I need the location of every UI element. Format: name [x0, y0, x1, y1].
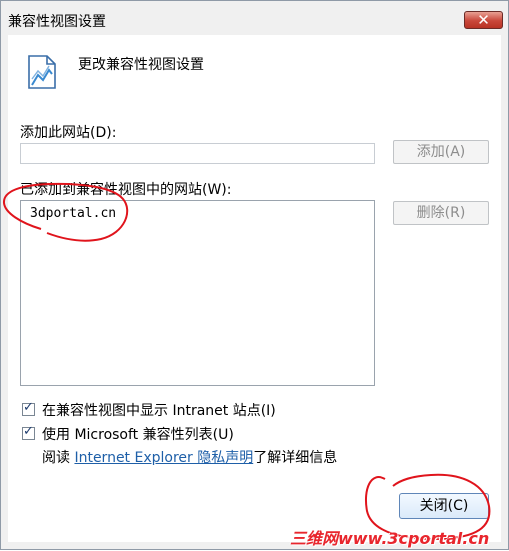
sites-list-label: 已添加到兼容性视图中的网站(W):	[20, 182, 232, 198]
ms-list-checkbox[interactable]: ✓	[22, 424, 35, 440]
intranet-checkbox-label: 在兼容性视图中显示 Intranet 站点(I)	[42, 403, 276, 419]
window-title: 兼容性视图设置	[8, 14, 106, 30]
privacy-link[interactable]: Internet Explorer 隐私声明	[74, 450, 253, 466]
add-site-input[interactable]	[20, 143, 375, 164]
ms-list-checkbox-label: 使用 Microsoft 兼容性列表(U)	[42, 427, 234, 443]
add-site-label: 添加此网站(D):	[20, 125, 117, 141]
page-title: 更改兼容性视图设置	[78, 57, 204, 73]
list-item[interactable]: 3dportal.cn	[30, 206, 116, 221]
check-icon: ✓	[23, 400, 34, 415]
title-bar[interactable]: 兼容性视图设置 ✕	[1, 1, 508, 35]
dialog-window: 兼容性视图设置 ✕ 更改兼容性视图设置 添加此网站(D): 添加(A) 已添加到…	[0, 0, 509, 550]
window-close-button[interactable]: ✕	[464, 11, 503, 29]
dialog-content: 更改兼容性视图设置 添加此网站(D): 添加(A) 已添加到兼容性视图中的网站(…	[8, 35, 501, 542]
check-icon: ✓	[23, 424, 34, 439]
compat-view-icon	[28, 55, 56, 89]
privacy-suffix: 了解详细信息	[253, 450, 338, 466]
close-icon: ✕	[477, 11, 490, 29]
remove-button[interactable]: 删除(R)	[393, 201, 489, 225]
add-button[interactable]: 添加(A)	[393, 140, 489, 164]
sites-listbox[interactable]: 3dportal.cn	[20, 200, 375, 386]
privacy-prefix: 阅读	[42, 450, 75, 466]
watermark: 三维网www.3cportal.cn	[290, 529, 490, 548]
close-button[interactable]: 关闭(C)	[399, 493, 489, 519]
intranet-checkbox[interactable]: ✓	[22, 400, 35, 416]
privacy-line: 阅读 Internet Explorer 隐私声明了解详细信息	[42, 447, 337, 467]
